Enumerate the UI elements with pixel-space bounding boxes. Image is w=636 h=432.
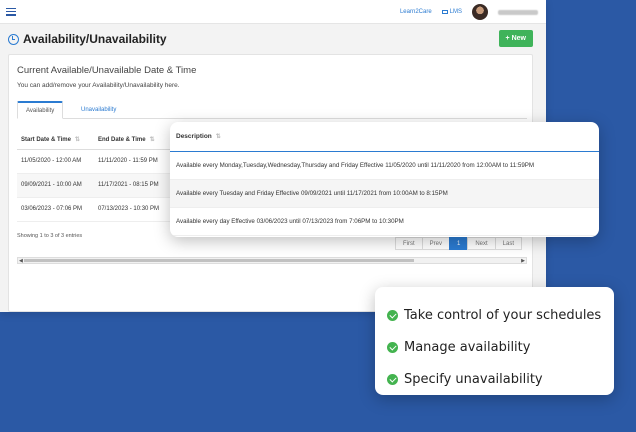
feature-item: Take control of your schedules <box>387 299 602 331</box>
page-prev[interactable]: Prev <box>421 237 450 250</box>
pagination: First Prev 1 Next Last <box>394 237 522 250</box>
description-popout: Description ⇅ Available every Monday,Tue… <box>170 122 599 237</box>
feature-item: Manage availability <box>387 331 602 363</box>
page-first[interactable]: First <box>394 237 423 250</box>
column-header-end[interactable]: End Date & Time ⇅ <box>94 131 174 150</box>
end-cell: 11/11/2020 - 11:59 PM <box>94 149 174 174</box>
column-header-start[interactable]: Start Date & Time ⇅ <box>17 131 94 150</box>
page-next[interactable]: Next <box>467 237 496 250</box>
end-cell: 07/13/2023 - 10:30 PM <box>94 197 174 222</box>
end-cell: 11/17/2021 - 08:15 PM <box>94 173 174 198</box>
table-row: 03/06/2023 - 07:06 PM 07/13/2023 - 10:30… <box>17 197 174 222</box>
scroll-right-icon[interactable]: ▶ <box>521 258 525 264</box>
start-cell: 09/09/2021 - 10:00 AM <box>17 173 94 198</box>
sort-icon[interactable]: ⇅ <box>150 137 155 143</box>
sort-icon[interactable]: ⇅ <box>75 137 80 143</box>
description-row: Available every Tuesday and Friday Effec… <box>170 180 599 208</box>
table-row: 09/09/2021 - 10:00 AM 11/17/2021 - 08:15… <box>17 173 174 198</box>
tab-availability[interactable]: Availability <box>17 101 64 119</box>
monitor-icon <box>441 10 448 14</box>
description-row: Available every day Effective 03/06/2023… <box>170 208 599 236</box>
plus-icon: + <box>505 35 510 42</box>
topbar: Learn2Care LMS <box>0 0 546 24</box>
description-row: Available every Monday,Tuesday,Wednesday… <box>170 152 599 180</box>
sort-icon[interactable]: ⇅ <box>216 133 221 140</box>
start-cell: 11/05/2020 - 12:00 AM <box>17 149 94 174</box>
entries-info: Showing 1 to 3 of 3 entries <box>17 233 83 239</box>
username-blurred[interactable] <box>498 9 538 15</box>
card-title: Current Available/Unavailable Date & Tim… <box>17 65 197 76</box>
table-row: 11/05/2020 - 12:00 AM 11/11/2020 - 11:59… <box>17 149 174 174</box>
tab-unavailability[interactable]: Unavailability <box>73 101 124 119</box>
learn2care-link[interactable]: Learn2Care <box>400 9 432 15</box>
page-header: Availability/Unavailability + New <box>0 24 546 54</box>
description-header[interactable]: Description ⇅ <box>170 122 599 152</box>
feature-text: Specify unavailability <box>404 371 543 387</box>
tab-bar: Availability Unavailability <box>17 101 527 119</box>
page-current[interactable]: 1 <box>448 237 469 250</box>
card-subtitle: You can add/remove your Availability/Una… <box>17 82 180 89</box>
new-button[interactable]: + New <box>498 30 533 47</box>
scroll-left-icon[interactable]: ◀ <box>19 258 23 264</box>
feature-card: Take control of your schedules Manage av… <box>375 287 614 395</box>
horizontal-scrollbar[interactable]: ◀ ▶ <box>17 257 527 264</box>
scrollbar-thumb[interactable] <box>24 259 414 262</box>
feature-text: Take control of your schedules <box>404 307 602 323</box>
start-cell: 03/06/2023 - 07:06 PM <box>17 197 94 222</box>
check-circle-icon <box>387 341 398 353</box>
clock-icon <box>8 33 19 45</box>
lms-link[interactable]: LMS <box>441 9 462 15</box>
page-title: Availability/Unavailability <box>23 32 167 46</box>
new-button-label: New <box>511 35 526 42</box>
top-links: Learn2Care LMS <box>400 0 538 24</box>
avatar[interactable] <box>472 4 488 20</box>
lms-label: LMS <box>449 9 462 15</box>
menu-icon[interactable] <box>6 7 16 16</box>
check-circle-icon <box>387 309 398 321</box>
page-last[interactable]: Last <box>494 237 522 250</box>
check-circle-icon <box>387 373 398 385</box>
feature-text: Manage availability <box>404 339 531 355</box>
availability-table: Start Date & Time ⇅ End Date & Time ⇅ 11/0… <box>17 131 174 222</box>
feature-item: Specify unavailability <box>387 363 602 395</box>
